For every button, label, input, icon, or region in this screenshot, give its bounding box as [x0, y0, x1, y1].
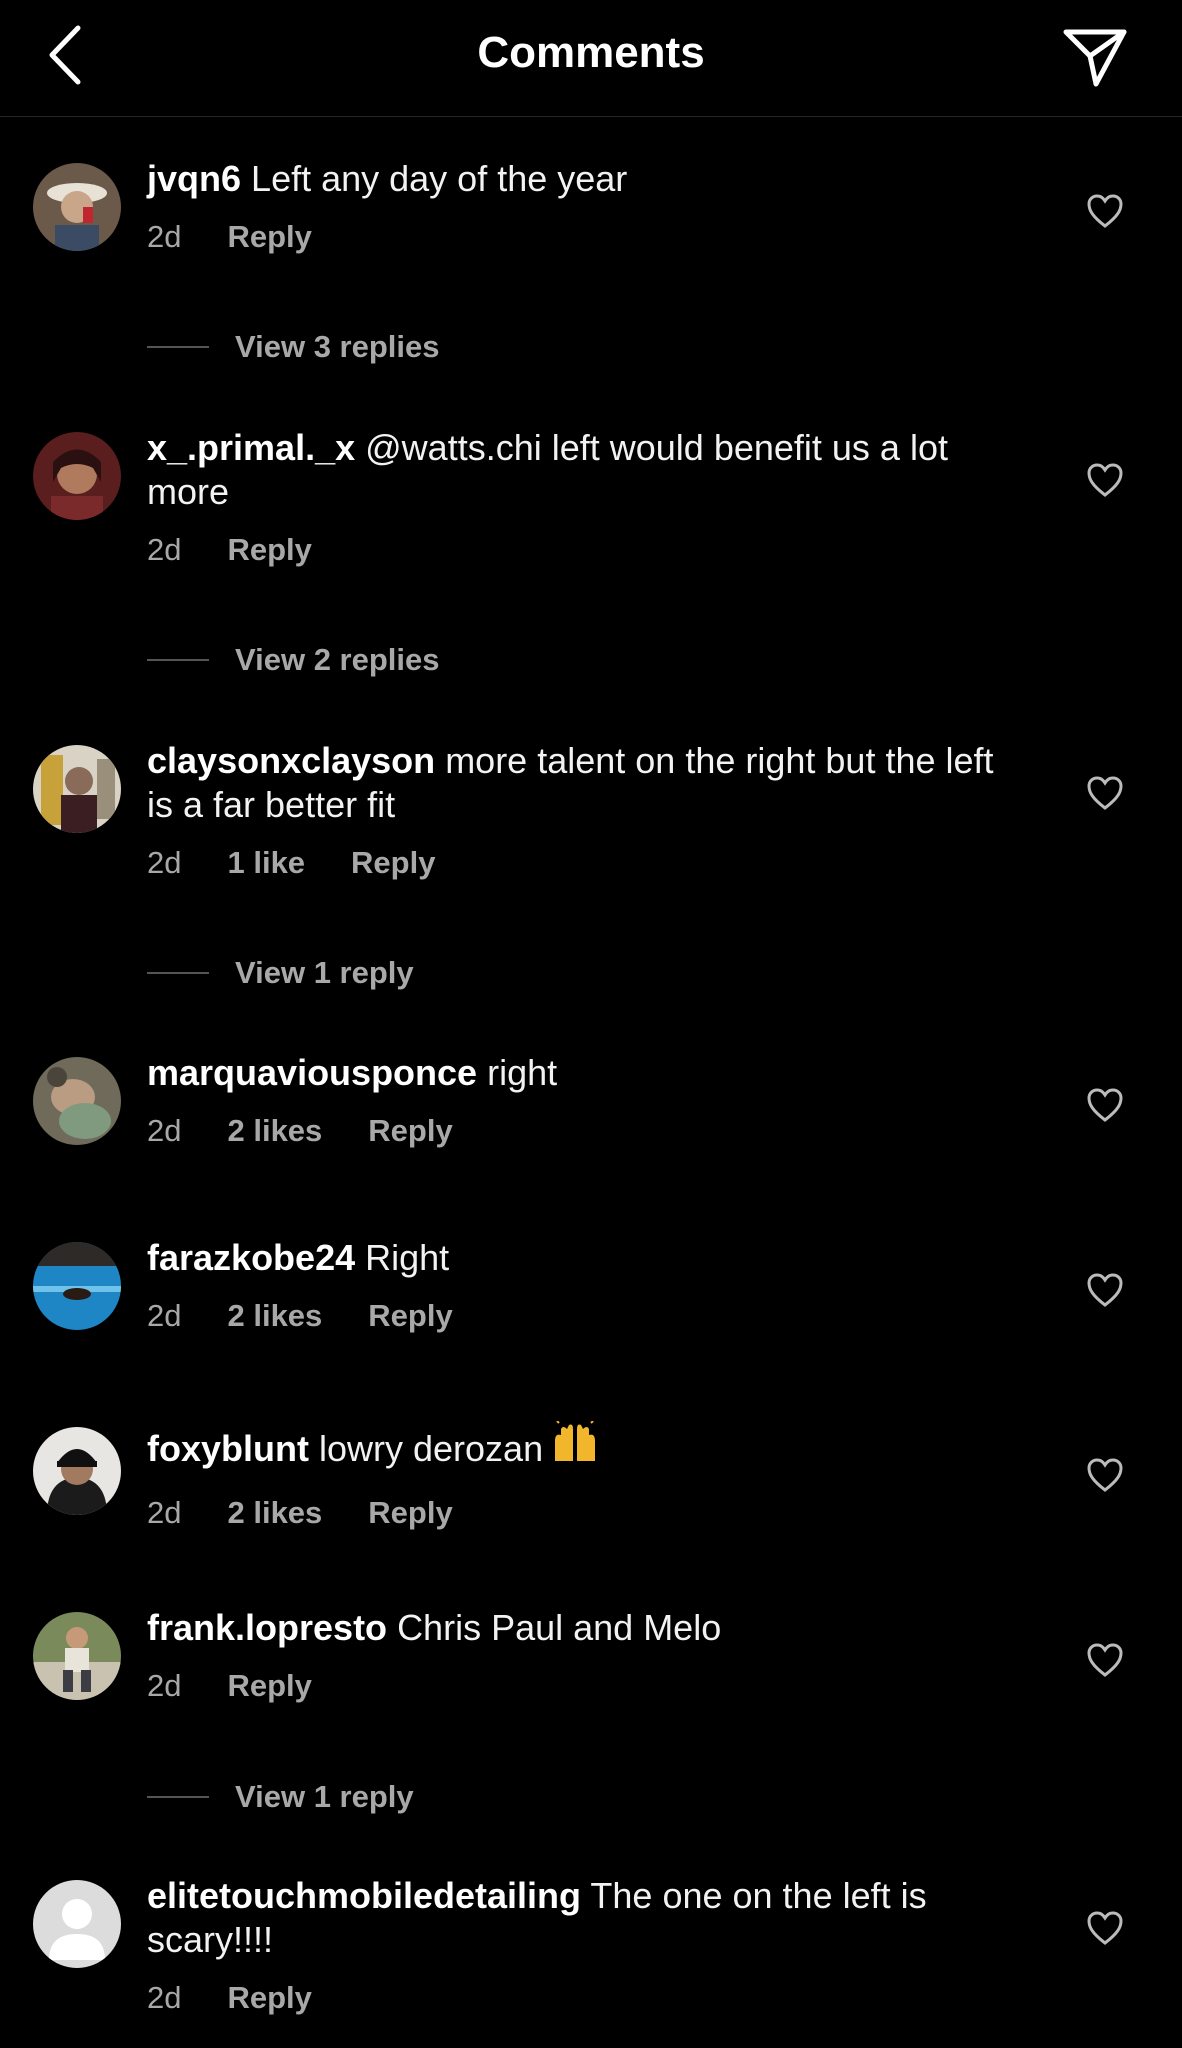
comment-username[interactable]: foxyblunt [147, 1428, 309, 1469]
reply-button[interactable]: Reply [227, 1980, 311, 2016]
avatar[interactable] [33, 432, 121, 520]
likes-count[interactable]: 1 like [227, 845, 305, 881]
comment-body: lowry derozan [319, 1428, 544, 1469]
comment-username[interactable]: elitetouchmobiledetailing [147, 1875, 581, 1916]
heart-icon[interactable] [1086, 1910, 1124, 1946]
view-replies-button[interactable]: View 2 replies [147, 640, 440, 680]
avatar[interactable] [33, 1427, 121, 1515]
reply-divider [147, 346, 209, 348]
reply-button[interactable]: Reply [368, 1113, 452, 1149]
comment-text: elitetouchmobiledetailing The one on the… [147, 1874, 1027, 1962]
comment-text: frank.lopresto Chris Paul and Melo [147, 1606, 1027, 1650]
view-replies-label: View 1 reply [235, 955, 414, 990]
heart-icon[interactable] [1086, 462, 1124, 498]
avatar[interactable] [33, 745, 121, 833]
heart-icon[interactable] [1086, 1087, 1124, 1123]
avatar[interactable] [33, 1242, 121, 1330]
comment-text: foxyblunt lowry derozan [147, 1420, 1027, 1477]
reply-divider [147, 659, 209, 661]
comment-time: 2d [147, 1113, 182, 1148]
view-replies-button[interactable]: View 1 reply [147, 953, 414, 993]
view-replies-button[interactable]: View 1 reply [147, 1777, 414, 1817]
comment-text: jvqn6 Left any day of the year [147, 157, 1027, 201]
comment-time: 2d [147, 845, 182, 880]
comment-body: Right [365, 1237, 450, 1278]
reply-divider [147, 1796, 209, 1798]
view-replies-button[interactable]: View 3 replies [147, 327, 440, 367]
page-title: Comments [477, 28, 705, 77]
avatar[interactable] [33, 163, 121, 251]
avatar[interactable] [33, 1057, 121, 1145]
comment-time: 2d [147, 219, 182, 254]
comment-username[interactable]: marquaviousponce [147, 1052, 477, 1093]
reply-button[interactable]: Reply [227, 219, 311, 255]
comment-text: x_.primal._x @watts.chi left would benef… [147, 426, 1027, 514]
heart-icon[interactable] [1086, 775, 1124, 811]
view-replies-label: View 1 reply [235, 1779, 414, 1814]
avatar[interactable] [33, 1880, 121, 1968]
comment-text: marquaviousponce right [147, 1051, 1027, 1095]
comment-username[interactable]: farazkobe24 [147, 1237, 355, 1278]
raising-hands-emoji [549, 1420, 601, 1477]
comment-text: claysonxclayson more talent on the right… [147, 739, 1027, 827]
comment-text: farazkobe24 Right [147, 1236, 1027, 1280]
comment-body: Left any day of the year [251, 158, 628, 199]
comment-time: 2d [147, 1495, 182, 1530]
avatar[interactable] [33, 1612, 121, 1700]
reply-button[interactable]: Reply [227, 532, 311, 568]
reply-button[interactable]: Reply [368, 1495, 452, 1531]
comment-time: 2d [147, 532, 182, 567]
header-bar: Comments [0, 0, 1182, 117]
reply-divider [147, 972, 209, 974]
likes-count[interactable]: 2 likes [227, 1113, 322, 1149]
view-replies-label: View 2 replies [235, 642, 440, 677]
reply-button[interactable]: Reply [351, 845, 435, 881]
comment-body: Chris Paul and Melo [397, 1607, 722, 1648]
heart-icon[interactable] [1086, 1457, 1124, 1493]
comment-time: 2d [147, 1668, 182, 1703]
comment-username[interactable]: frank.lopresto [147, 1607, 387, 1648]
likes-count[interactable]: 2 likes [227, 1495, 322, 1531]
reply-button[interactable]: Reply [227, 1668, 311, 1704]
heart-icon[interactable] [1086, 193, 1124, 229]
comment-username[interactable]: x_.primal._x [147, 427, 355, 468]
paper-plane-icon [1063, 29, 1127, 87]
reply-button[interactable]: Reply [368, 1298, 452, 1334]
comment-body: right [487, 1052, 558, 1093]
share-button[interactable] [1060, 26, 1130, 88]
comment-time: 2d [147, 1298, 182, 1333]
heart-icon[interactable] [1086, 1272, 1124, 1308]
view-replies-label: View 3 replies [235, 329, 440, 364]
comment-time: 2d [147, 1980, 182, 2015]
likes-count[interactable]: 2 likes [227, 1298, 322, 1334]
comment-username[interactable]: claysonxclayson [147, 740, 435, 781]
heart-icon[interactable] [1086, 1642, 1124, 1678]
comment-username[interactable]: jvqn6 [147, 158, 241, 199]
